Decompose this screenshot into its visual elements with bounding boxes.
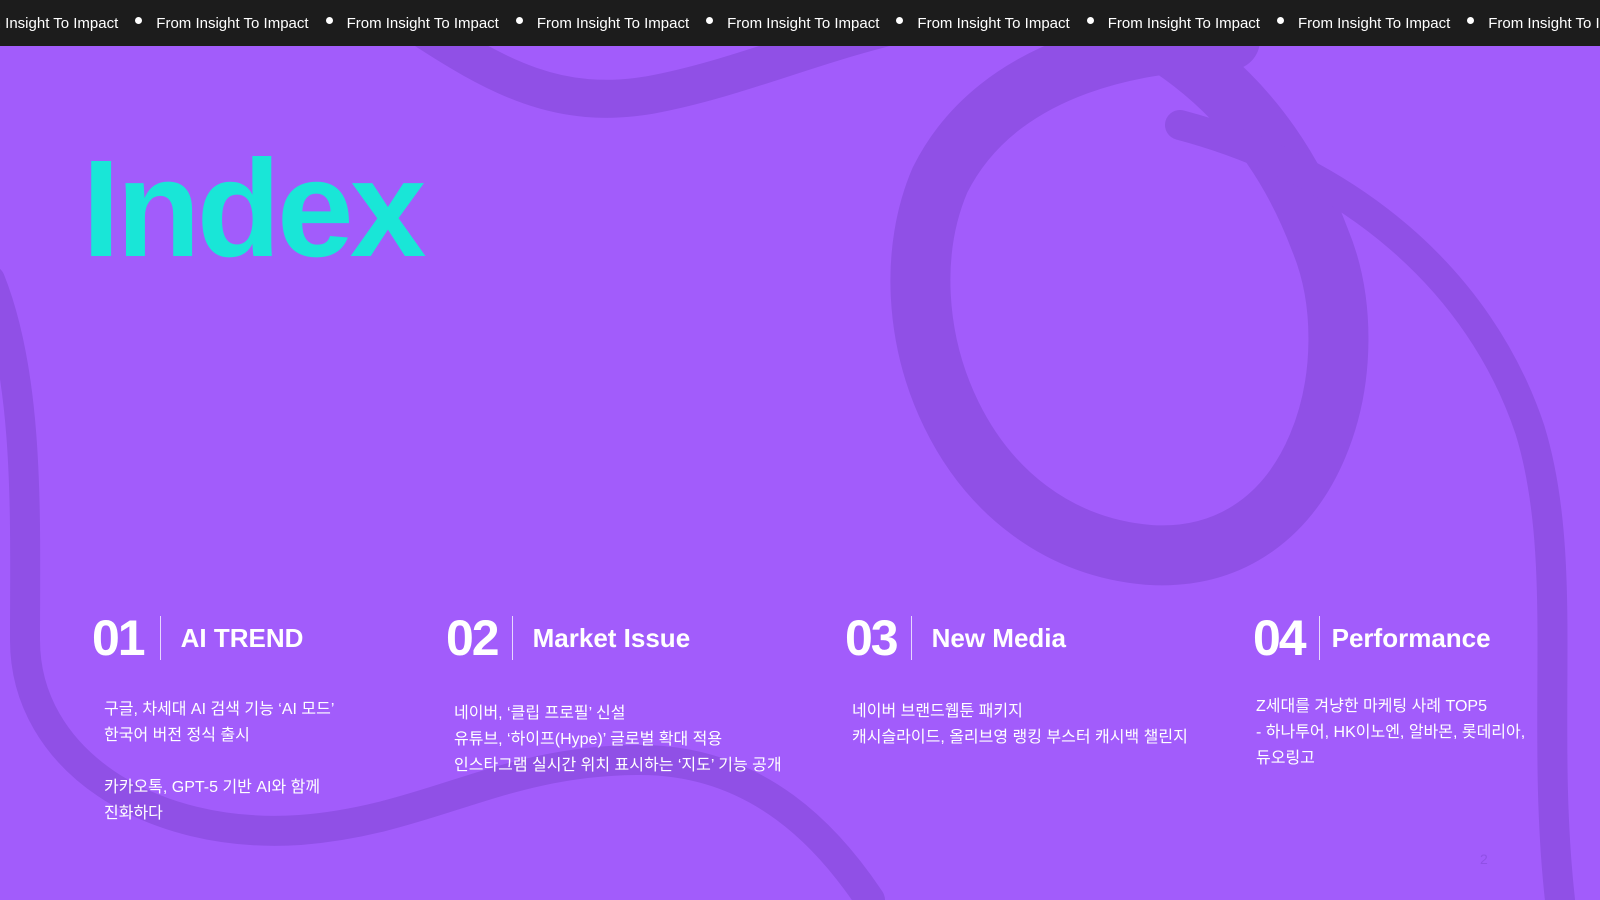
bullet-icon	[325, 16, 333, 24]
section-number: 04	[1253, 610, 1307, 666]
ticker-item: From Insight To Impact	[156, 15, 346, 32]
section-header: 02 Market Issue	[446, 610, 690, 666]
section-line: Z세대를 겨냥한 마케팅 사례 TOP5	[1256, 698, 1487, 715]
ticker-text: From Insight To Impact	[1107, 14, 1260, 32]
section-new-media: 03 New Media	[845, 610, 1066, 666]
ticker-bar: From Insight To Impact From Insight To I…	[0, 0, 1600, 46]
page-number: 2	[1480, 851, 1488, 867]
section-header: 03 New Media	[845, 610, 1066, 666]
ticker-text: From Insight To Impact	[917, 14, 1070, 32]
ticker-item: From Insight To Impact	[1298, 15, 1488, 32]
section-line: 한국어 버전 정식 출시	[104, 727, 250, 744]
section-body-ai-trend: 구글, 차세대 AI 검색 기능 ‘AI 모드’ 한국어 버전 정식 출시 카카…	[104, 697, 334, 827]
ticker-item: From Insight To Impact	[537, 15, 727, 32]
section-line: 진화하다	[104, 805, 163, 822]
section-line: 캐시슬라이드, 올리브영 랭킹 부스터 캐시백 챌린지	[852, 729, 1188, 746]
section-title: New Media	[931, 622, 1066, 653]
ticker-item: From Insight To Impact	[1488, 15, 1600, 32]
bullet-icon	[706, 16, 714, 24]
section-divider	[910, 616, 912, 660]
bullet-icon	[896, 16, 904, 24]
bullet-icon	[515, 16, 523, 24]
ticker-item: From Insight To Impact	[1108, 15, 1298, 32]
section-body-market-issue: 네이버, ‘클립 프로필’ 신설 유튜브, ‘하이프(Hype)’ 글로벌 확대…	[454, 701, 782, 779]
section-number: 01	[92, 610, 146, 666]
ticker-item: From Insight To Impact	[727, 15, 917, 32]
bullet-icon	[135, 16, 143, 24]
section-body-performance: Z세대를 겨냥한 마케팅 사례 TOP5 - 하나투어, HK이노엔, 알바몬,…	[1256, 694, 1525, 772]
section-title: Market Issue	[532, 622, 691, 653]
page-title: Index	[82, 132, 426, 286]
section-number: 03	[845, 610, 899, 666]
ticker-item: From Insight To Impact	[917, 15, 1107, 32]
section-divider	[511, 616, 513, 660]
ticker-text: From Insight To Impact	[536, 14, 690, 32]
section-ai-trend: 01 AI TREND	[92, 610, 303, 666]
ticker-text: From Insight To Impact	[0, 14, 119, 32]
ticker-text: From Insight To Impact	[727, 14, 880, 32]
section-title: Performance	[1331, 622, 1491, 653]
section-header: 01 AI TREND	[92, 610, 303, 666]
section-line: 카카오톡, GPT-5 기반 AI와 함께	[104, 779, 321, 796]
section-line: 네이버, ‘클립 프로필’ 신설	[454, 705, 626, 722]
ticker-item: From Insight To Impact	[347, 15, 537, 32]
section-body-new-media: 네이버 브랜드웹툰 패키지 캐시슬라이드, 올리브영 랭킹 부스터 캐시백 챌린…	[852, 699, 1188, 751]
section-performance: 04 Performance	[1253, 610, 1491, 666]
section-market-issue: 02 Market Issue	[446, 610, 690, 666]
bullet-icon	[1086, 16, 1094, 24]
section-line: - 하나투어, HK이노엔, 알바몬, 롯데리아,	[1256, 724, 1526, 741]
section-divider	[1318, 616, 1320, 660]
ticker-item: From Insight To Impact	[0, 15, 156, 32]
section-line: 인스타그램 실시간 위치 표시하는 ‘지도’ 기능 공개	[454, 757, 782, 774]
section-line: 듀오링고	[1256, 750, 1315, 767]
section-line: 네이버 브랜드웹툰 패키지	[852, 703, 1023, 720]
section-divider	[159, 616, 161, 660]
ticker-track: From Insight To Impact From Insight To I…	[0, 0, 1600, 46]
bullet-icon	[1467, 16, 1475, 24]
section-line: 유튜브, ‘하이프(Hype)’ 글로벌 확대 적용	[454, 731, 723, 748]
section-number: 02	[446, 610, 500, 666]
bullet-icon	[1276, 16, 1284, 24]
section-header: 04 Performance	[1253, 610, 1491, 666]
ticker-text: From Insight To Impact	[346, 14, 499, 32]
section-line: 구글, 차세대 AI 검색 기능 ‘AI 모드’	[104, 701, 335, 718]
section-title: AI TREND	[180, 622, 304, 653]
ticker-text: From Insight To Impact	[156, 14, 309, 32]
ticker-text: From Insight To Impact	[1297, 14, 1451, 32]
ticker-text: From Insight To Impact	[1488, 14, 1600, 32]
